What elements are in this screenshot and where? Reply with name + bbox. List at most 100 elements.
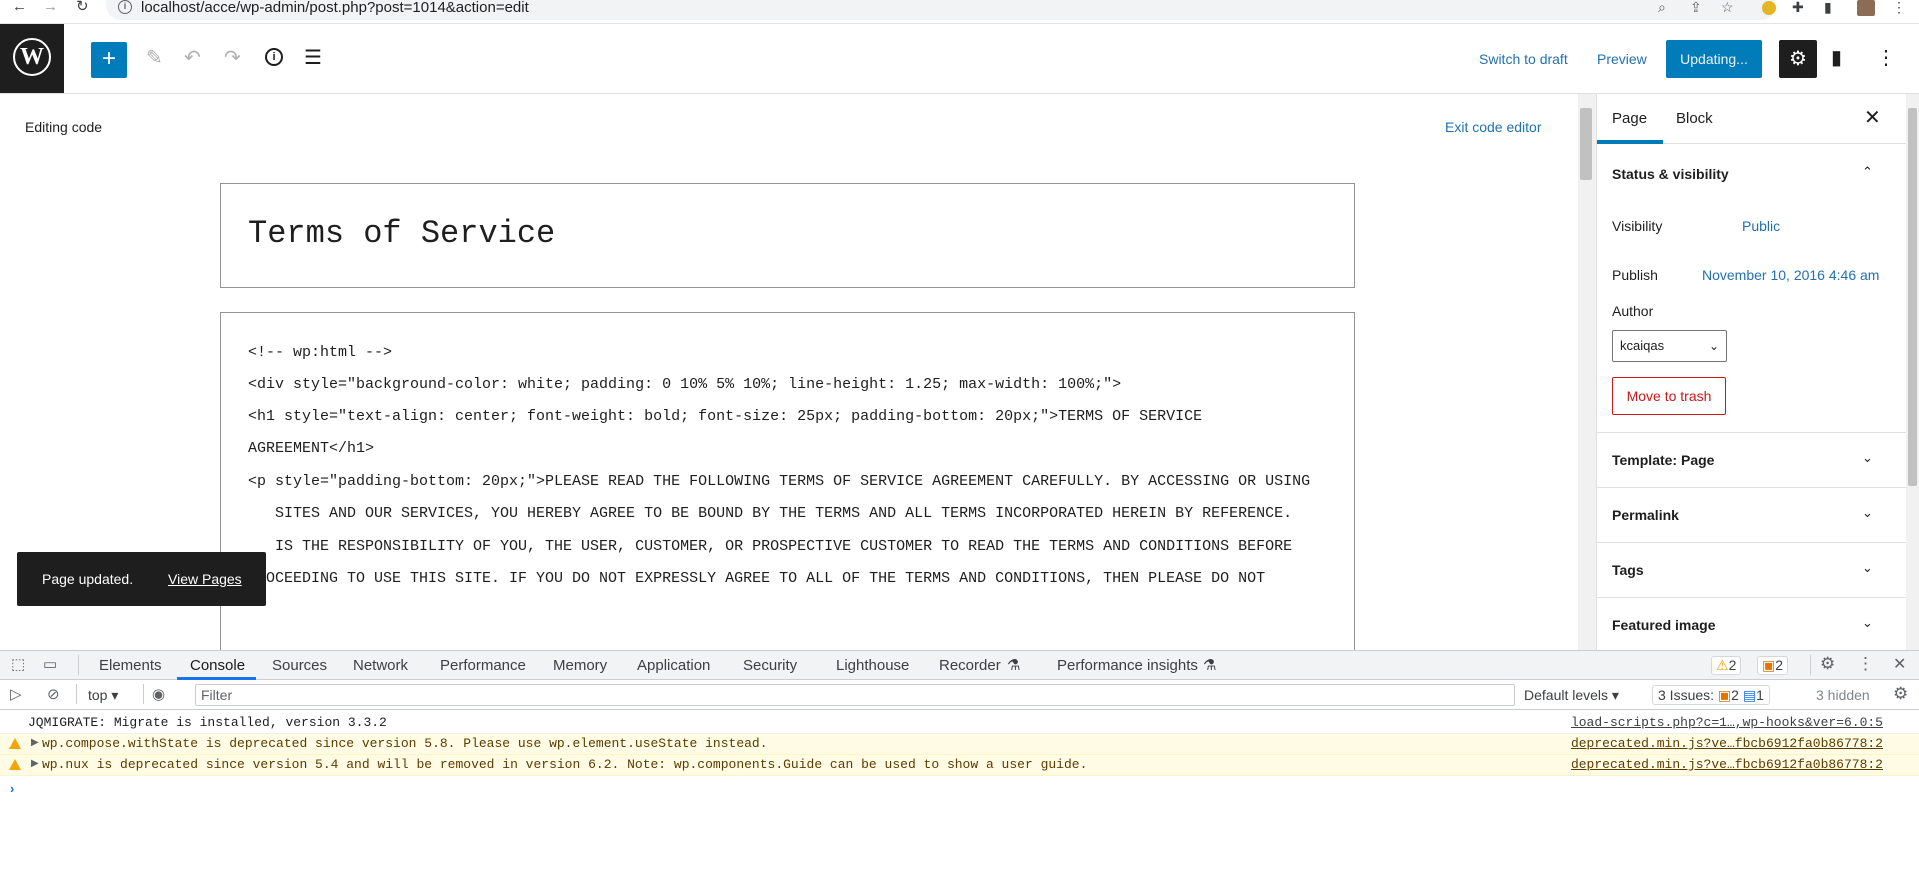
code-line: IS THE RESPONSIBILITY OF YOU, THE USER, … xyxy=(248,538,1293,555)
devtools-menu-icon[interactable]: ⋮ xyxy=(1857,655,1874,672)
editor-scrollbar[interactable] xyxy=(1578,94,1596,650)
inspect-element-icon[interactable]: ⬚ xyxy=(11,657,25,673)
divider xyxy=(1597,542,1906,543)
author-select-value: kcaiqas xyxy=(1620,338,1665,353)
console-prompt[interactable]: › xyxy=(10,782,14,796)
site-info-icon[interactable]: i xyxy=(118,0,132,14)
warning-icon xyxy=(9,738,21,749)
preview-button[interactable]: Preview xyxy=(1597,51,1647,67)
profile-avatar[interactable] xyxy=(1857,0,1875,16)
context-value: top xyxy=(88,687,108,703)
reload-icon[interactable]: ↻ xyxy=(76,0,89,16)
tab-performance[interactable]: Performance xyxy=(440,658,526,674)
plugin-panel-icon[interactable]: ▮ xyxy=(1831,46,1842,70)
console-source-link[interactable]: deprecated.min.js?ve…fbcb6912fa0b86778:2 xyxy=(1571,734,1883,754)
tab-elements[interactable]: Elements xyxy=(99,658,162,674)
sidebar-scrollbar-thumb[interactable] xyxy=(1908,108,1917,486)
visibility-value-button[interactable]: Public xyxy=(1742,218,1780,234)
details-info-icon[interactable]: i xyxy=(265,48,283,66)
featured-image-panel-toggle[interactable]: Featured image xyxy=(1612,617,1715,633)
chevron-down-icon[interactable]: ⌄ xyxy=(1862,560,1873,576)
options-menu-icon[interactable]: ⋮ xyxy=(1876,46,1896,70)
console-source-link[interactable]: load-scripts.php?c=1…,wp-hooks&ver=6.0:5 xyxy=(1571,713,1883,733)
tab-recorder[interactable]: Recorder xyxy=(939,658,1001,674)
divider xyxy=(1597,432,1906,433)
log-levels-dropdown[interactable]: Default levels ▾ xyxy=(1524,687,1619,703)
browser-menu-icon[interactable]: ⋮ xyxy=(1892,0,1906,14)
exit-code-editor-button[interactable]: Exit code editor xyxy=(1445,119,1542,135)
console-source-link[interactable]: deprecated.min.js?ve…fbcb6912fa0b86778:2 xyxy=(1571,755,1883,775)
add-block-button[interactable]: + xyxy=(91,42,127,78)
sidebar-tabs: Page Block ✕ xyxy=(1597,94,1906,144)
code-textarea[interactable]: <!-- wp:html --> <div style="background-… xyxy=(220,312,1355,650)
clear-console-icon[interactable]: ⊘ xyxy=(47,687,60,703)
update-button[interactable]: Updating... xyxy=(1666,40,1762,78)
warning-count-badge[interactable]: ⚠2 xyxy=(1711,656,1742,675)
divider xyxy=(1597,487,1906,488)
undo-icon[interactable]: ↶ xyxy=(184,46,201,70)
back-icon[interactable]: ← xyxy=(12,0,27,16)
side-panel-icon[interactable]: ▮ xyxy=(1824,0,1832,14)
issues-button[interactable]: 3 Issues: ▣2 ▤1 xyxy=(1652,685,1770,705)
chevron-up-icon[interactable]: ⌃ xyxy=(1862,164,1873,180)
move-to-trash-button[interactable]: Move to trash xyxy=(1612,377,1726,415)
extensions-puzzle-icon[interactable]: ✚ xyxy=(1792,0,1804,14)
switch-to-draft-button[interactable]: Switch to draft xyxy=(1479,51,1568,67)
forward-icon[interactable]: → xyxy=(43,0,58,16)
console-toolbar: ▷ ⊘ top ▾ ◉ Filter Default levels ▾ 3 Is… xyxy=(0,680,1919,710)
issue-count-badge[interactable]: ▣2 xyxy=(1757,656,1789,675)
expand-triangle-icon[interactable]: ▶ xyxy=(31,734,39,754)
tab-page[interactable]: Page xyxy=(1612,110,1647,128)
url-text[interactable]: localhost/acce/wp-admin/post.php?post=10… xyxy=(141,0,529,15)
chevron-down-icon[interactable]: ⌄ xyxy=(1862,505,1873,521)
visibility-label: Visibility xyxy=(1612,218,1663,234)
template-panel-toggle[interactable]: Template: Page xyxy=(1612,452,1714,468)
live-expression-eye-icon[interactable]: ◉ xyxy=(152,687,165,703)
sidebar-toggle-icon[interactable]: ▷ xyxy=(10,687,22,703)
chevron-down-icon[interactable]: ⌄ xyxy=(1862,615,1873,631)
devtools-settings-icon[interactable]: ⚙ xyxy=(1820,655,1835,672)
redo-icon[interactable]: ↷ xyxy=(224,46,241,70)
wordpress-logo-icon: W xyxy=(13,38,51,76)
chevron-down-icon[interactable]: ⌄ xyxy=(1862,450,1873,466)
editor-scrollbar-thumb[interactable] xyxy=(1580,108,1592,180)
publish-date-button[interactable]: November 10, 2016 4:46 am xyxy=(1702,267,1879,283)
tab-block[interactable]: Block xyxy=(1676,110,1713,128)
divider xyxy=(78,655,79,675)
expand-triangle-icon[interactable]: ▶ xyxy=(31,755,39,775)
tags-panel-toggle[interactable]: Tags xyxy=(1612,562,1644,578)
device-toolbar-icon[interactable]: ▭ xyxy=(43,657,57,673)
tab-application[interactable]: Application xyxy=(637,658,710,674)
bookmark-star-icon[interactable]: ☆ xyxy=(1721,0,1734,14)
snackbar-message: Page updated. xyxy=(42,571,134,587)
zoom-icon[interactable]: ⌕ xyxy=(1658,0,1666,14)
console-settings-icon[interactable]: ⚙ xyxy=(1893,685,1908,702)
list-view-icon[interactable]: ☰ xyxy=(304,46,322,70)
edit-tools-icon[interactable]: ✎ xyxy=(146,46,163,70)
console-filter-input[interactable]: Filter xyxy=(195,684,1515,706)
console-messages: JQMIGRATE: Migrate is installed, version… xyxy=(0,710,1919,882)
tab-memory[interactable]: Memory xyxy=(553,658,607,674)
wordpress-logo-button[interactable]: W xyxy=(0,24,64,93)
share-icon[interactable]: ⇪ xyxy=(1690,0,1702,14)
close-sidebar-icon[interactable]: ✕ xyxy=(1864,108,1881,128)
warning-icon xyxy=(9,759,21,770)
tab-security[interactable]: Security xyxy=(743,658,797,674)
tab-performance-insights[interactable]: Performance insights xyxy=(1057,658,1198,674)
tab-lighthouse[interactable]: Lighthouse xyxy=(836,658,909,674)
author-select[interactable]: kcaiqas ⌄ xyxy=(1612,330,1727,362)
extension-icon[interactable] xyxy=(1762,1,1776,15)
view-pages-link[interactable]: View Pages xyxy=(168,571,242,587)
tab-console[interactable]: Console xyxy=(190,658,245,674)
devtools-close-icon[interactable]: ✕ xyxy=(1893,657,1906,673)
code-line: <!-- wp:html --> xyxy=(248,344,393,361)
context-selector[interactable]: top ▾ xyxy=(88,687,118,703)
post-title-field[interactable]: Terms of Service xyxy=(220,183,1355,288)
tab-network[interactable]: Network xyxy=(353,658,408,674)
sidebar-scrollbar[interactable] xyxy=(1906,94,1919,650)
permalink-panel-toggle[interactable]: Permalink xyxy=(1612,507,1679,523)
status-visibility-toggle[interactable]: Status & visibility xyxy=(1612,166,1729,182)
settings-gear-button[interactable]: ⚙ xyxy=(1779,40,1817,78)
tab-sources[interactable]: Sources xyxy=(272,658,327,674)
warning-icon: ⚠ xyxy=(1716,657,1729,673)
